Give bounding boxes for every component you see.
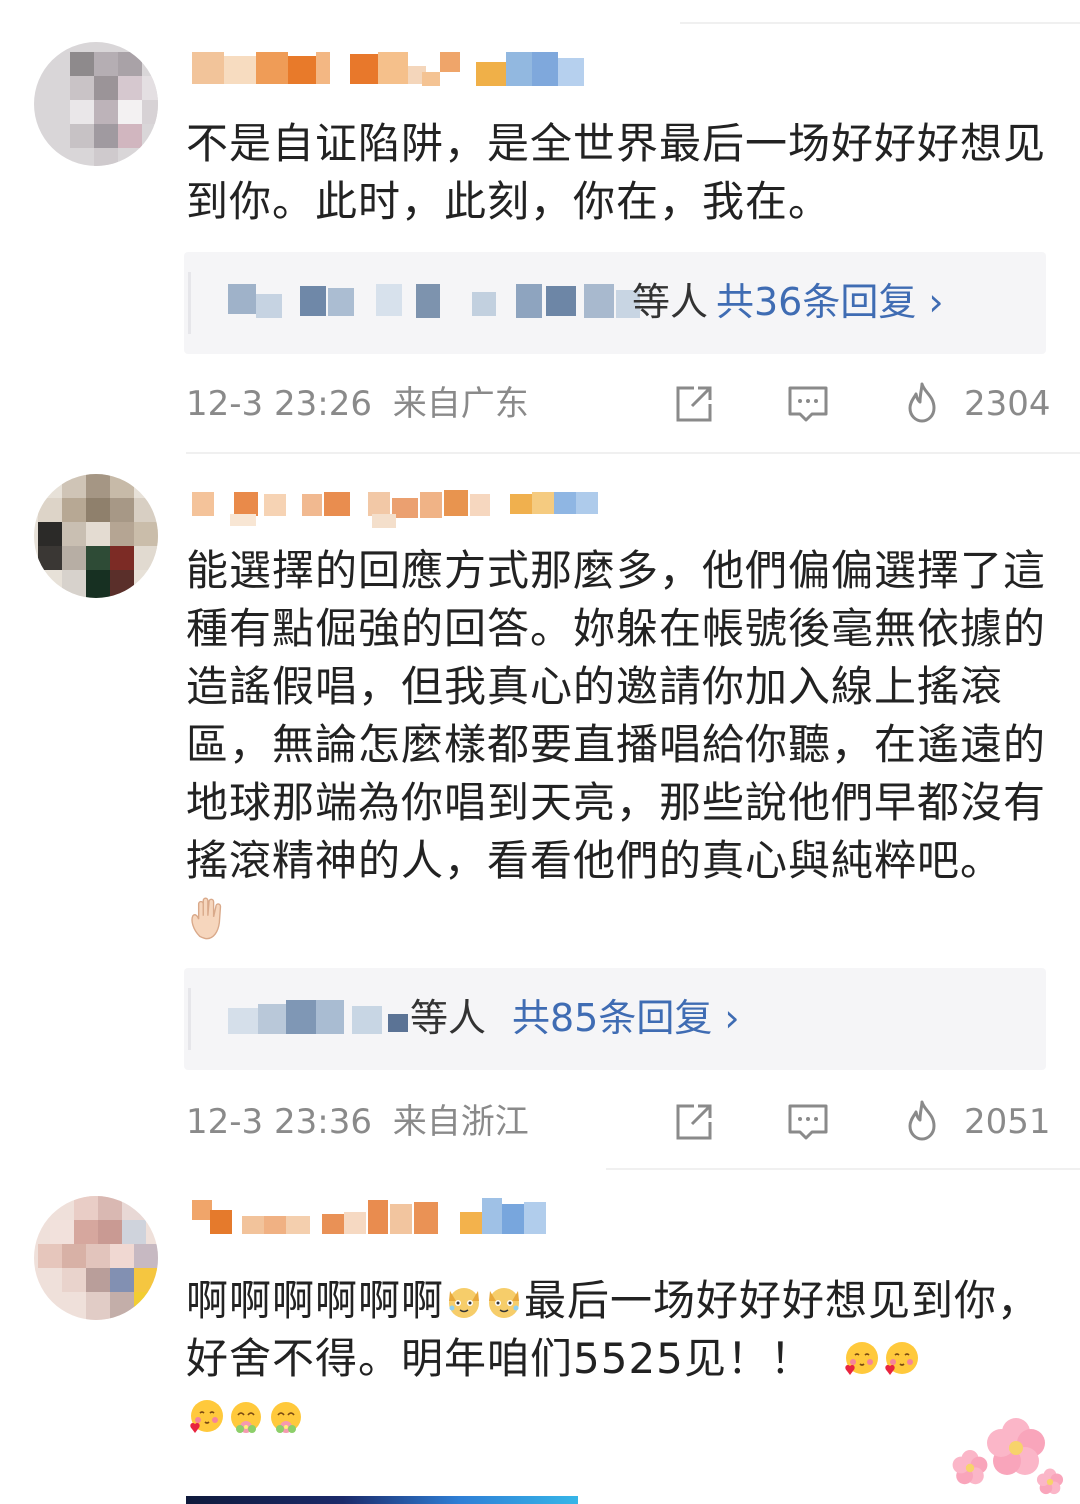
avatar[interactable] [34,42,158,166]
like-count: 2304 [964,384,1051,424]
reply-names-suffix: 等人 [632,280,709,324]
comment-meta: 12-3 23:36 来自浙江 [186,1100,529,1144]
dog-emoji-icon [449,1288,480,1318]
blush-heart-emoji-icon [845,1342,878,1375]
like-flame-icon[interactable] [900,1098,944,1142]
comment-divider [606,1168,1080,1170]
reply-preview[interactable]: 等人 共85条回复 › [184,968,1046,1070]
username-blurred[interactable] [192,1198,552,1238]
like-flame-icon[interactable] [900,380,944,424]
username-blurred[interactable] [192,52,584,92]
flower-emoji-icon [231,1402,261,1433]
avatar[interactable] [34,474,158,598]
share-icon[interactable] [672,1100,716,1144]
comment-divider [186,452,1080,454]
comment-date: 12-3 23:26 [186,384,372,424]
blush-heart-emoji-icon [190,1400,223,1433]
comment-meta: 12-3 23:26 来自广东 [186,382,529,426]
share-icon[interactable] [672,382,716,426]
reply-preview[interactable]: 等人 共36条回复 › [184,252,1046,354]
image-preview-partial[interactable] [186,1496,578,1504]
username-blurred[interactable] [192,488,602,528]
comment-date: 12-3 23:36 [186,1102,372,1142]
view-replies-link[interactable]: 共85条回复 › [512,992,740,1044]
comment-text: 啊啊啊啊啊啊 最后一场好好好想见到你，好舍不得。明年咱们5525见！！ [186,1272,1046,1446]
avatar[interactable] [34,1196,158,1320]
reply-names-blurred [228,1000,418,1036]
top-divider [680,22,1080,24]
blossom-sticker-icon [952,1418,1064,1495]
comment-location: 来自浙江 [392,1102,529,1142]
comment-text: 能選擇的回應方式那麼多，他們偏偏選擇了這種有點倔強的回答。妳躲在帳號後毫無依據的… [186,542,1046,948]
view-replies-link[interactable]: 共36条回复 › [716,276,944,328]
comment-text: 不是自证陷阱，是全世界最后一场好好好想见到你。此时，此刻，你在，我在。 [186,119,1047,226]
dog-emoji-icon [489,1288,520,1318]
comment-icon[interactable] [786,382,830,426]
flower-emoji-icon [271,1402,301,1433]
hand-emoji-icon [191,897,222,940]
reply-names-blurred [228,284,640,320]
like-count: 2051 [964,1102,1051,1142]
comment-location: 来自广东 [392,384,529,424]
comment-icon[interactable] [786,1100,830,1144]
reply-names-suffix: 等人 [410,996,487,1040]
blush-heart-emoji-icon [885,1342,918,1375]
